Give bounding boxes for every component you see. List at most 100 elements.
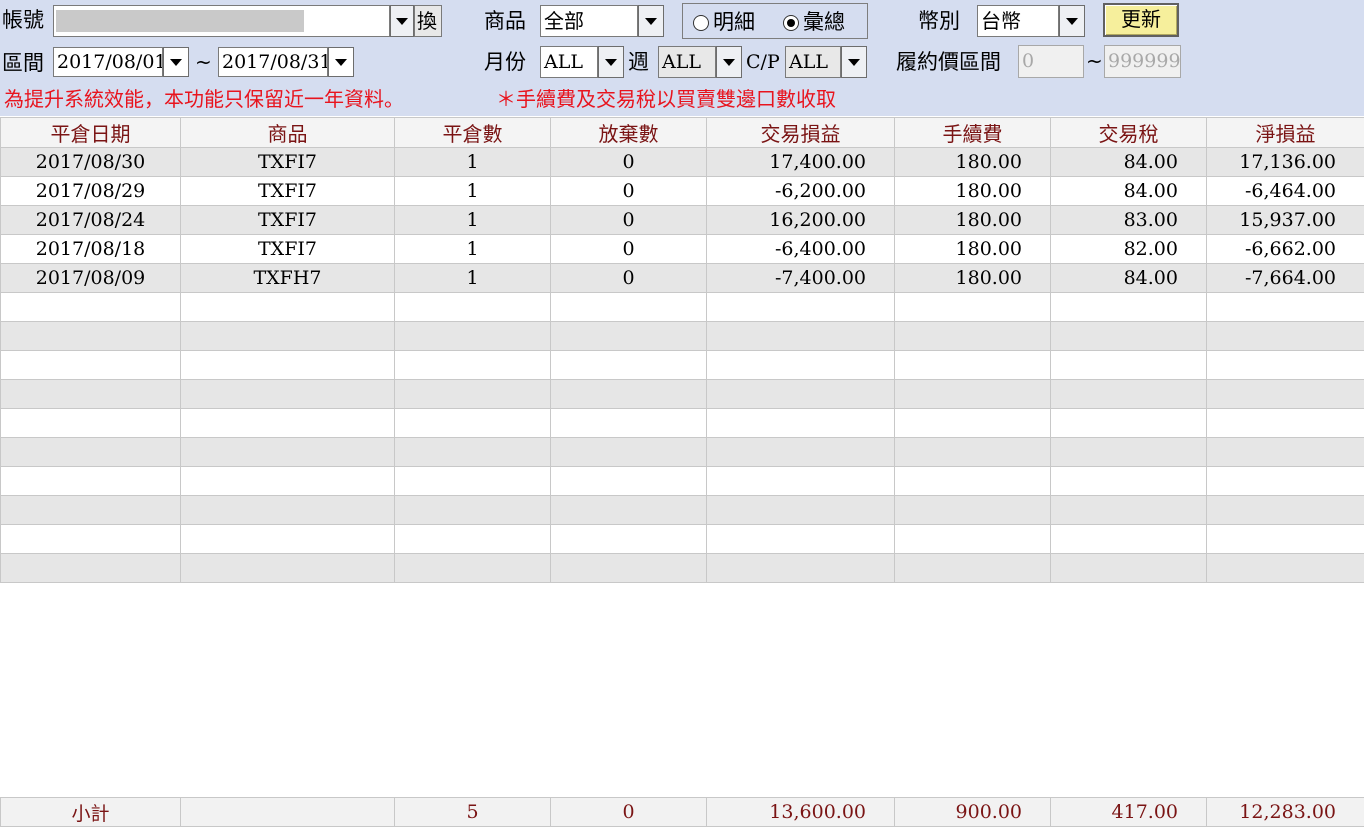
account-masked-value: [56, 10, 304, 32]
week-dropdown-arrow-icon[interactable]: [716, 46, 742, 78]
settlement-table: 平倉日期 商品 平倉數 放棄數 交易損益 手續費 交易稅 淨損益 2017/08…: [0, 117, 1364, 583]
date-to-input[interactable]: 2017/08/31: [218, 47, 328, 77]
cell-trade-tax: 84.00: [1050, 263, 1207, 293]
detail-label[interactable]: 明細: [713, 10, 755, 34]
cell-abandon-qty: 0: [550, 234, 707, 264]
cell-commission: 180.00: [894, 234, 1051, 264]
strike-to-input[interactable]: 999999: [1104, 45, 1181, 78]
cell-commission: 180.00: [894, 263, 1051, 293]
product-dropdown-arrow-icon[interactable]: [638, 5, 664, 37]
empty-row: [0, 495, 1364, 525]
cell-close-qty: 1: [394, 176, 551, 206]
cell-commission: 180.00: [894, 176, 1051, 206]
detail-radio[interactable]: [693, 15, 709, 31]
account-label: 帳號: [2, 8, 44, 32]
cell-net-pnl: -6,464.00: [1206, 176, 1364, 206]
account-select[interactable]: [53, 5, 390, 37]
account-dropdown-arrow-icon[interactable]: [390, 5, 414, 37]
cell-product: TXFI7: [180, 176, 395, 206]
strike-range-separator: ~: [1086, 49, 1103, 73]
cell-commission: 180.00: [894, 205, 1051, 235]
header-close-date[interactable]: 平倉日期: [0, 117, 181, 148]
summary-label[interactable]: 彙總: [803, 10, 845, 34]
date-from-dropdown-arrow-icon[interactable]: [163, 47, 189, 77]
cell-net-pnl: -7,664.00: [1206, 263, 1364, 293]
header-commission[interactable]: 手續費: [894, 117, 1051, 148]
product-label: 商品: [484, 9, 526, 33]
subtotal-close-qty: 5: [394, 797, 551, 827]
subtotal-trade-tax: 417.00: [1050, 797, 1207, 827]
table-row[interactable]: 2017/08/09 TXFH7 1 0 -7,400.00 180.00 84…: [0, 263, 1364, 293]
header-abandon-qty[interactable]: 放棄數: [550, 117, 707, 148]
cell-trade-tax: 84.00: [1050, 176, 1207, 206]
product-select[interactable]: 全部: [540, 5, 638, 37]
table-row[interactable]: 2017/08/18 TXFI7 1 0 -6,400.00 180.00 82…: [0, 234, 1364, 264]
cell-abandon-qty: 0: [550, 176, 707, 206]
update-button[interactable]: 更新: [1103, 3, 1179, 37]
date-range-separator: ~: [195, 50, 212, 74]
date-to-dropdown-arrow-icon[interactable]: [328, 47, 354, 77]
header-product[interactable]: 商品: [180, 117, 395, 148]
month-dropdown-arrow-icon[interactable]: [598, 46, 624, 78]
subtotal-commission: 900.00: [894, 797, 1051, 827]
cell-abandon-qty: 0: [550, 205, 707, 235]
week-select[interactable]: ALL: [658, 46, 716, 78]
subtotal-label: 小計: [0, 797, 181, 827]
view-mode-radio-group: 明細 彙總: [682, 3, 868, 39]
cell-trade-tax: 83.00: [1050, 205, 1207, 235]
cp-select[interactable]: ALL: [785, 46, 841, 78]
subtotal-product: [180, 797, 395, 827]
cp-label: C/P: [746, 51, 780, 73]
cell-net-pnl: -6,662.00: [1206, 234, 1364, 264]
week-label: 週: [628, 50, 649, 74]
cell-trade-pnl: -7,400.00: [706, 263, 895, 293]
cell-close-qty: 1: [394, 263, 551, 293]
header-trade-tax[interactable]: 交易稅: [1050, 117, 1207, 148]
cell-product: TXFH7: [180, 263, 395, 293]
cell-close-date: 2017/08/09: [0, 263, 181, 293]
month-label: 月份: [484, 50, 526, 74]
subtotal-row: 小計 5 0 13,600.00 900.00 417.00 12,283.00: [0, 797, 1364, 827]
cell-trade-pnl: -6,400.00: [706, 234, 895, 264]
cell-trade-tax: 82.00: [1050, 234, 1207, 264]
table-row[interactable]: 2017/08/30 TXFI7 1 0 17,400.00 180.00 84…: [0, 147, 1364, 177]
fee-notice: ＊手續費及交易稅以買賣雙邊口數收取: [496, 87, 836, 111]
header-close-qty[interactable]: 平倉數: [394, 117, 551, 148]
currency-dropdown-arrow-icon[interactable]: [1059, 5, 1085, 37]
cell-close-qty: 1: [394, 205, 551, 235]
subtotal-trade-pnl: 13,600.00: [706, 797, 895, 827]
empty-row: [0, 466, 1364, 496]
cell-close-date: 2017/08/29: [0, 176, 181, 206]
table-row[interactable]: 2017/08/24 TXFI7 1 0 16,200.00 180.00 83…: [0, 205, 1364, 235]
date-from-input[interactable]: 2017/08/01: [53, 47, 163, 77]
subtotal-abandon-qty: 0: [550, 797, 707, 827]
cp-dropdown-arrow-icon[interactable]: [841, 46, 867, 78]
table-row[interactable]: 2017/08/29 TXFI7 1 0 -6,200.00 180.00 84…: [0, 176, 1364, 206]
summary-radio[interactable]: [783, 15, 799, 31]
empty-row: [0, 292, 1364, 322]
empty-row: [0, 321, 1364, 351]
header-net-pnl[interactable]: 淨損益: [1206, 117, 1364, 148]
strike-range-label: 履約價區間: [896, 50, 1001, 74]
header-trade-pnl[interactable]: 交易損益: [706, 117, 895, 148]
subtotal-net-pnl: 12,283.00: [1206, 797, 1364, 827]
cell-close-date: 2017/08/24: [0, 205, 181, 235]
cell-abandon-qty: 0: [550, 263, 707, 293]
table-header-row: 平倉日期 商品 平倉數 放棄數 交易損益 手續費 交易稅 淨損益: [0, 117, 1364, 148]
empty-row: [0, 350, 1364, 380]
empty-row: [0, 553, 1364, 583]
account-swap-button[interactable]: 換: [414, 5, 442, 37]
cell-product: TXFI7: [180, 205, 395, 235]
empty-row: [0, 437, 1364, 467]
cell-close-date: 2017/08/18: [0, 234, 181, 264]
strike-from-input[interactable]: 0: [1018, 45, 1084, 78]
cell-trade-pnl: -6,200.00: [706, 176, 895, 206]
filter-panel: 帳號 換 商品 全部 明細 彙總 幣別 台幣 更新 區間 2017/08/01 …: [0, 0, 1364, 116]
cell-close-qty: 1: [394, 147, 551, 177]
cell-trade-tax: 84.00: [1050, 147, 1207, 177]
month-select[interactable]: ALL: [540, 46, 598, 78]
subtotal-table: 小計 5 0 13,600.00 900.00 417.00 12,283.00: [0, 797, 1364, 827]
cell-close-date: 2017/08/30: [0, 147, 181, 177]
empty-row: [0, 524, 1364, 554]
currency-select[interactable]: 台幣: [977, 5, 1059, 37]
